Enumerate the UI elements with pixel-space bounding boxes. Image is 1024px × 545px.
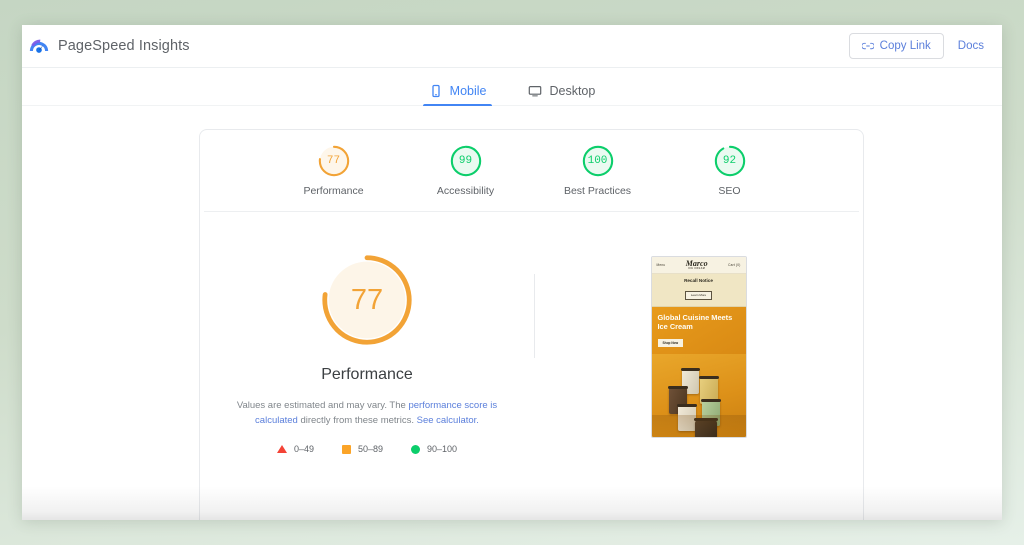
screenshot-pane: Menu Marco ICE CREAM Cart (0) Recall Not… [534,236,863,520]
thumbnail-learn-more-button: Learn More [684,290,713,300]
score-value-seo: 92 [722,155,737,167]
copy-link-label: Copy Link [879,40,931,52]
page-screenshot-thumbnail[interactable]: Menu Marco ICE CREAM Cart (0) Recall Not… [650,256,747,438]
square-icon [341,444,351,454]
legend-item-poor: 0–49 [276,444,314,455]
circle-icon [411,444,420,454]
thumbnail-brand-sub: ICE CREAM [688,266,706,270]
legend-item-good: 90–100 [411,444,457,454]
note-prefix: Values are estimated and may vary. The [236,400,409,411]
note-middle: directly from these metrics. [297,415,417,427]
score-label-accessibility: Accessibility [436,185,495,197]
desktop-monitor-icon [529,85,542,97]
link-icon [861,42,874,50]
score-value-accessibility: 99 [458,155,473,167]
thumbnail-shop-now-button: Shop Now [657,339,684,348]
score-item-best-practices[interactable]: 100 Best Practices [555,144,641,197]
performance-score-value: 77 [350,283,384,316]
score-item-accessibility[interactable]: 99 Accessibility [423,144,509,197]
thumbnail-site-header: Menu Marco ICE CREAM Cart (0) [651,257,746,274]
score-legend: 0–49 50–89 90–100 [276,444,457,455]
docs-link[interactable]: Docs [958,40,984,52]
thumbnail-hero: Global Cuisine Meets Ice Cream Shop Now [651,307,746,355]
thumbnail-menu-label: Menu [656,263,666,267]
score-label-best-practices: Best Practices [563,185,632,197]
thumbnail-recall-banner: Recall Notice Learn More [651,274,746,307]
thumbnail-cart-label: Cart (0) [728,263,741,267]
gauge-seo: 92 [713,144,747,178]
gauge-performance: 77 [317,144,351,178]
photo-reflection [651,415,746,437]
category-scores: 77 Performance 99 Accessibility 100 Best… [204,130,859,212]
mobile-phone-icon [432,84,440,98]
score-value-performance: 77 [326,155,341,167]
brand: PageSpeed Insights [28,35,190,57]
thumbnail-brand-logo: Marco ICE CREAM [686,259,708,270]
score-value-best-practices: 100 [587,155,608,167]
legend-label-average: 50–89 [357,444,383,455]
legend-label-poor: 0–49 [293,444,314,455]
thumbnail-product-photo [651,354,746,437]
tab-desktop-label: Desktop [549,84,596,98]
device-tabs: Mobile Desktop [22,68,1002,106]
pagespeed-logo-icon [29,39,49,53]
thumbnail-hero-title: Global Cuisine Meets Ice Cream [657,313,733,331]
performance-pane: 77 Performance Values are estimated and … [200,236,534,520]
legend-item-average: 50–89 [341,444,383,455]
browser-window: PageSpeed Insights Copy Link Docs Mobile [22,25,1002,520]
performance-gauge: 77 [319,252,415,348]
tab-desktop[interactable]: Desktop [522,84,601,105]
app-title: PageSpeed Insights [58,38,190,54]
gauge-accessibility: 99 [449,144,483,178]
triangle-icon [276,445,287,454]
performance-title: Performance [321,366,413,383]
thumbnail-recall-title: Recall Notice [684,278,713,283]
copy-link-button[interactable]: Copy Link [848,33,944,59]
app-header: PageSpeed Insights Copy Link Docs [22,25,1002,68]
score-label-performance: Performance [303,185,364,197]
score-label-seo: SEO [718,185,741,197]
report-card: 77 Performance 99 Accessibility 100 Best… [199,129,864,520]
vertical-divider [534,274,535,358]
tab-mobile[interactable]: Mobile [422,84,493,106]
header-actions: Copy Link Docs [848,33,984,59]
score-item-performance[interactable]: 77 Performance [291,144,377,197]
legend-label-good: 90–100 [427,444,458,455]
score-item-seo[interactable]: 92 SEO [687,144,773,197]
see-calculator-link[interactable]: See calculator. [417,415,479,426]
performance-overview: 77 Performance Values are estimated and … [200,212,863,520]
gauge-best-practices: 100 [581,144,615,178]
performance-note: Values are estimated and may vary. The p… [217,398,517,428]
tab-mobile-label: Mobile [449,84,487,98]
